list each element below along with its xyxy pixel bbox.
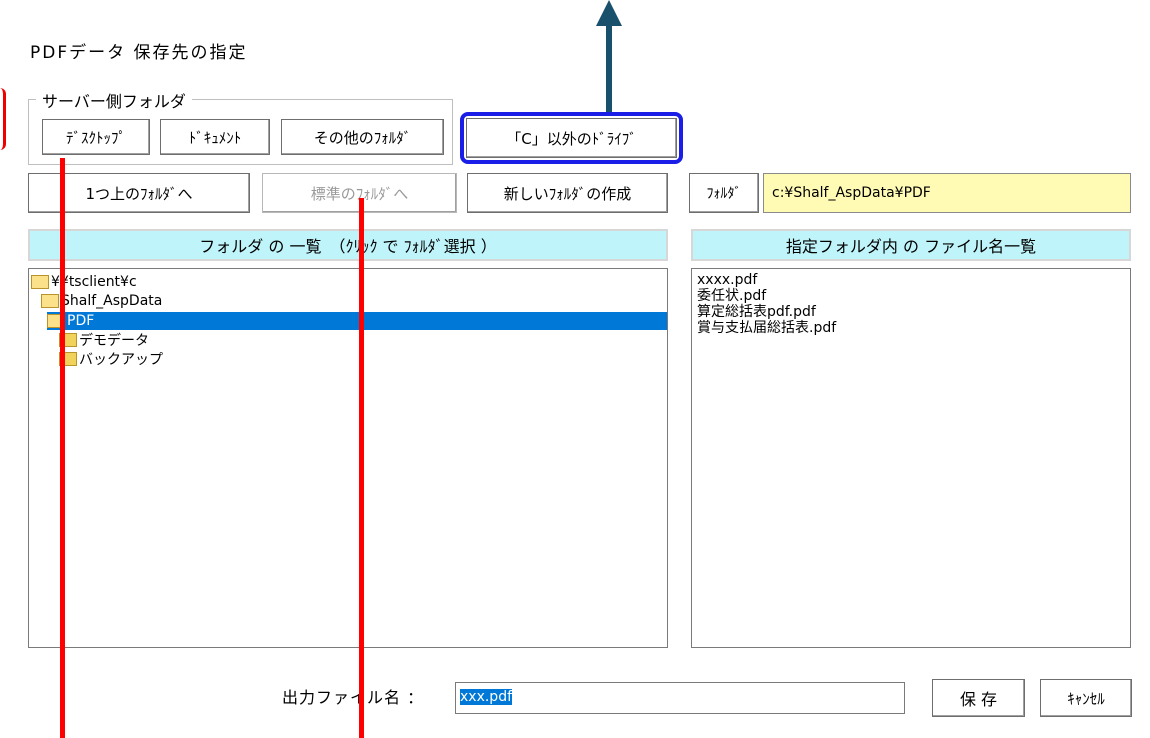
red-bracket-mark	[0, 88, 6, 150]
folder-label: ﾌｫﾙﾀﾞ	[689, 173, 759, 213]
folder-list-header: フォルダ の 一覧 （ｸﾘｯｸ で ﾌｫﾙﾀﾞ選択 ）	[28, 229, 668, 261]
output-filename-input[interactable]: xxx.pdf	[455, 682, 905, 714]
output-filename-value: xxx.pdf	[460, 689, 513, 705]
file-list-item[interactable]: 賞与支払届総括表.pdf	[697, 320, 836, 336]
folder-path-field[interactable]: c:¥Shalf_AspData¥PDF	[763, 173, 1131, 213]
tree-item-selected[interactable]: PDF	[47, 312, 667, 330]
open-folder-icon	[31, 275, 49, 289]
file-list-header: 指定フォルダ内 の ファイル名一覧	[691, 229, 1131, 261]
annotation-line	[359, 198, 364, 738]
tree-item[interactable]: ¥¥tsclient¥c	[31, 273, 137, 291]
new-folder-button[interactable]: 新しいﾌｫﾙﾀﾞの作成	[467, 173, 668, 213]
tree-item-label: Shalf_AspData	[61, 293, 163, 309]
cancel-button[interactable]: ｷｬﾝｾﾙ	[1040, 679, 1132, 717]
open-folder-icon	[41, 294, 59, 308]
other-folder-button[interactable]: その他のﾌｫﾙﾀﾞ	[281, 119, 444, 155]
file-list-item[interactable]: 算定総括表pdf.pdf	[697, 304, 816, 320]
file-list-item[interactable]: 委任状.pdf	[697, 288, 766, 304]
tree-item-label: バックアップ	[79, 352, 163, 368]
tree-item[interactable]: デモデータ	[59, 331, 149, 349]
tree-item[interactable]: バックアップ	[59, 350, 163, 368]
up-arrow-shaft	[606, 22, 612, 112]
tree-item-label: PDF	[67, 313, 95, 329]
file-list-item[interactable]: xxxx.pdf	[697, 272, 757, 288]
server-folder-legend: サーバー側フォルダ	[36, 88, 192, 112]
documents-button[interactable]: ﾄﾞｷｭﾒﾝﾄ	[160, 119, 270, 155]
folder-tree[interactable]: ¥¥tsclient¥c Shalf_AspData PDF デモデータ バック…	[28, 268, 668, 648]
desktop-button[interactable]: ﾃﾞｽｸﾄｯﾌﾟ	[42, 119, 150, 155]
annotation-line	[60, 158, 65, 738]
highlight-box	[460, 112, 683, 164]
save-button[interactable]: 保 存	[932, 679, 1025, 717]
output-filename-label: 出力ファイル名 ：	[282, 688, 425, 707]
window-title: PDFデータ 保存先の指定	[30, 43, 248, 63]
tree-item-label: デモデータ	[79, 333, 149, 349]
